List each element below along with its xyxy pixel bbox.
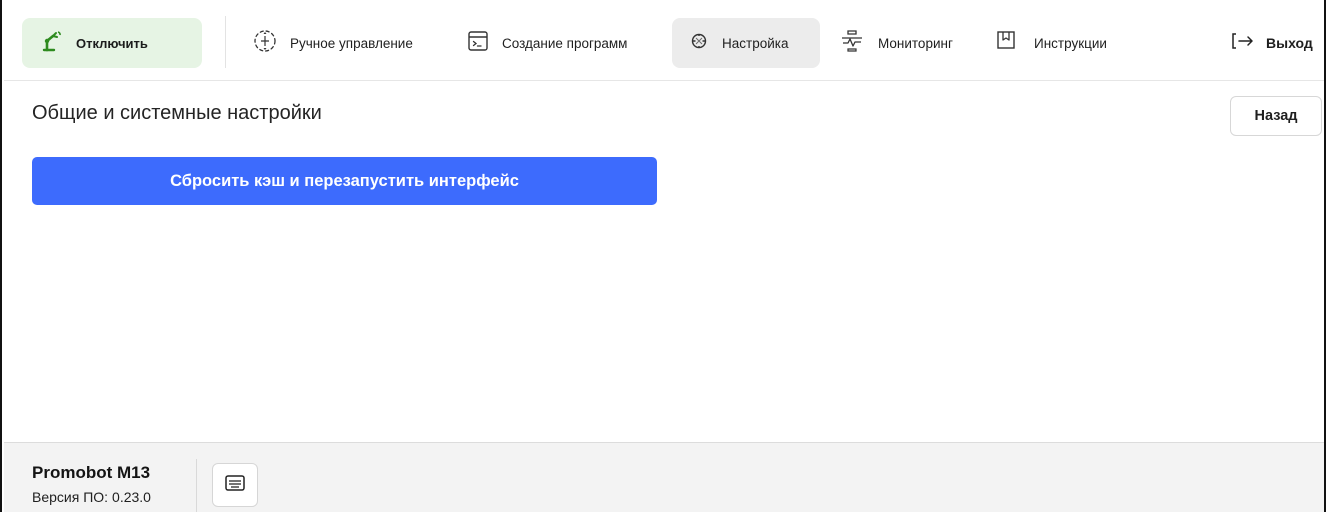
software-version-label: Версия ПО: (32, 489, 109, 505)
terminal-program-icon (466, 29, 490, 58)
software-version: Версия ПО: 0.23.0 (32, 489, 151, 505)
nav-monitoring-label: Мониторинг (878, 35, 953, 51)
robot-arm-icon (40, 30, 62, 57)
back-button[interactable]: Назад (1230, 96, 1322, 136)
nav-settings-label: Настройка (722, 35, 789, 51)
nav-program-creation[interactable]: Создание программ (466, 18, 627, 68)
logout-arrow-icon (1230, 31, 1256, 56)
page-title: Общие и системные настройки (32, 102, 322, 124)
nav-settings[interactable]: Настройка (672, 18, 820, 68)
nav-instructions-label: Инструкции (1034, 35, 1107, 51)
status-footer: Promobot M13 Версия ПО: 0.23.0 (4, 442, 1324, 512)
keyboard-icon (224, 474, 246, 497)
nav-program-creation-label: Создание программ (502, 35, 628, 51)
monitoring-icon (840, 29, 864, 58)
reset-cache-restart-button[interactable]: Сбросить кэш и перезапустить интерфейс (32, 157, 657, 205)
footer-divider (196, 459, 197, 512)
nav-divider (225, 16, 226, 68)
logout-button[interactable]: Выход (1230, 18, 1313, 68)
manual-control-icon (252, 28, 278, 59)
nav-instructions[interactable]: Инструкции (996, 18, 1107, 68)
logout-label: Выход (1266, 35, 1313, 51)
bookmark-icon (996, 30, 1016, 57)
keyboard-button[interactable] (212, 463, 258, 507)
nav-monitoring[interactable]: Мониторинг (840, 18, 953, 68)
nav-manual-control-label: Ручное управление (290, 35, 413, 51)
settings-gear-icon (688, 30, 710, 57)
software-version-value: 0.23.0 (112, 489, 151, 505)
nav-manual-control[interactable]: Ручное управление (252, 18, 413, 68)
robot-model-name: Promobot M13 (32, 463, 151, 482)
disable-button[interactable]: Отключить (22, 18, 202, 68)
disable-button-label: Отключить (76, 35, 148, 51)
app-window: Отключить Ручное управление Создание про… (0, 0, 1326, 512)
top-navigation-bar: Отключить Ручное управление Создание про… (4, 0, 1324, 81)
